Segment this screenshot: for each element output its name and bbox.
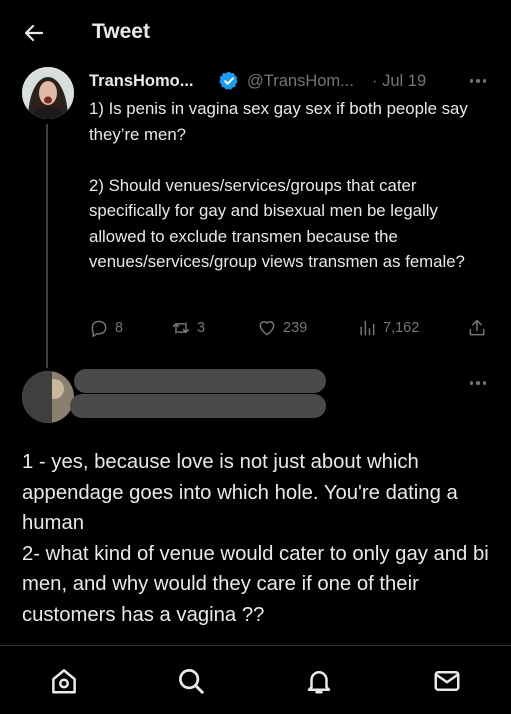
more-icon-dot [476,79,480,83]
share-icon [469,319,485,336]
messages-icon [434,671,460,691]
reply-count: 8 [115,320,124,336]
nav-messages[interactable] [430,664,464,698]
notifications-icon [307,671,331,694]
nav-notifications[interactable] [302,664,336,698]
date-text: Jul 19 [382,72,427,90]
separator-dot: · [372,72,378,90]
reply-icon [91,320,107,338]
redacted-author-handle [70,394,326,418]
more-icon-dot [476,381,480,385]
tweet-actions: 8 3 239 7,162 [89,314,499,342]
nav-home[interactable] [47,664,81,698]
retweet-button[interactable]: 3 [171,314,205,342]
retweet-count: 3 [197,320,206,336]
tweet-more-button[interactable] [467,70,489,92]
nav-search[interactable] [174,664,208,698]
views-icon [360,320,375,336]
reply-more-button[interactable] [467,372,489,394]
tweet-text: 1) Is penis in vagina sex gay sex if bot… [89,99,468,271]
share-button[interactable] [467,314,487,342]
more-icon [469,79,474,83]
avatar-image [22,67,74,119]
reply-avatar-image [22,371,74,423]
verified-badge-icon [219,71,238,90]
search-icon [179,669,204,694]
more-icon-dot [482,79,487,83]
more-icon-dot [482,381,487,385]
reply-button[interactable]: 8 [89,314,123,342]
thread-line [46,124,48,368]
like-button[interactable]: 239 [257,314,307,342]
arrow-left-icon [24,24,44,42]
redacted-author-name [74,369,326,393]
more-icon [469,381,474,385]
tweet-date[interactable]: · Jul 19 [372,72,426,91]
reply-avatar[interactable] [22,371,74,423]
home-icon [52,669,76,694]
author-avatar[interactable] [22,67,74,119]
bottom-nav [0,646,511,714]
author-name[interactable]: TransHomo... [89,72,194,91]
back-button[interactable] [14,16,54,50]
views-button[interactable]: 7,162 [357,314,419,342]
page-title: Tweet [92,20,150,43]
author-handle[interactable]: @TransHom... [247,72,354,91]
top-bar: Tweet [0,0,511,66]
reply-text: 1 - yes, because love is not just about … [22,451,489,626]
like-count: 239 [283,320,308,336]
views-count: 7,162 [383,320,420,336]
retweet-icon [172,322,190,334]
heart-icon [259,321,275,336]
